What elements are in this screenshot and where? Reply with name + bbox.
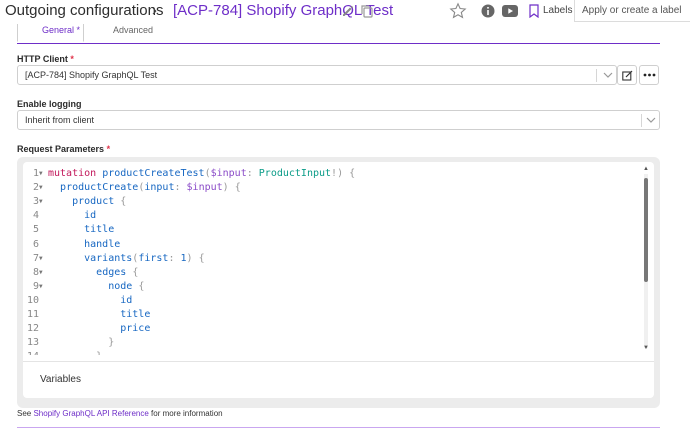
scroll-down-icon[interactable]: ▼ [643, 345, 649, 351]
code-line[interactable]: 13 } [23, 336, 114, 350]
code-text: productCreate(input: $input) { [60, 182, 241, 194]
code-text: } [108, 337, 115, 349]
code-line[interactable]: 5 title [23, 223, 114, 237]
line-number: 2 [32, 182, 39, 194]
ellipsis-icon [643, 73, 656, 77]
tab-advanced[interactable]: Advanced [113, 25, 153, 35]
graphql-editor[interactable]: 1 ▼ mutation productCreateTest($input: Pro… [23, 162, 654, 398]
line-number: 1 [32, 168, 39, 179]
code-line[interactable]: 9▼ node { [23, 280, 144, 294]
enable-logging-select[interactable]: Inherit from client [17, 110, 660, 130]
code-text: mutation productCreateTest($input: Produ… [48, 168, 356, 179]
code-text: price [120, 323, 151, 335]
variables-label: Variables [40, 374, 81, 385]
chevron-down-icon[interactable] [603, 71, 613, 79]
required-marker: * [70, 54, 74, 64]
select-divider [596, 69, 597, 82]
line-number: 12 [26, 323, 39, 335]
breadcrumb-separator: › [152, 2, 157, 19]
star-icon[interactable] [449, 2, 467, 20]
api-reference-link[interactable]: Shopify GraphQL API Reference [33, 409, 148, 418]
line-number: 5 [32, 224, 39, 236]
required-marker: * [106, 144, 111, 154]
code-text: edges { [96, 266, 139, 278]
tab-general-label: General * [42, 25, 81, 35]
scrollbar-thumb[interactable] [644, 178, 648, 282]
label-input[interactable]: Apply or create a label [574, 0, 690, 22]
bookmark-icon[interactable] [528, 4, 540, 18]
external-edit-icon [622, 70, 633, 81]
code-text: node { [108, 280, 145, 292]
line-number: 3 [32, 196, 39, 208]
tab-bar: General * Advanced [17, 24, 660, 44]
line-number: 8 [32, 266, 39, 278]
label-input-placeholder: Apply or create a label [582, 5, 682, 16]
line-number: 11 [26, 309, 39, 320]
open-http-client-button[interactable] [617, 65, 637, 85]
page-header: Outgoing configurations › [ACP-784] Shop… [0, 0, 690, 24]
http-client-select[interactable]: [ACP-784] Shopify GraphQL Test [17, 65, 617, 85]
code-text: id [120, 294, 133, 306]
enable-logging-label: Enable logging [17, 99, 82, 109]
code-line[interactable]: 3▼ product { [23, 195, 126, 209]
code-text: handle [84, 238, 121, 250]
pencil-icon[interactable] [341, 4, 355, 18]
code-text: title [120, 309, 151, 320]
help-text: See Shopify GraphQL API Reference for mo… [17, 409, 223, 418]
line-number: 13 [26, 337, 39, 349]
line-number: 6 [32, 238, 39, 250]
http-client-label: HTTP Client * [17, 54, 74, 64]
chevron-down-icon[interactable] [646, 116, 656, 124]
code-line[interactable]: 10 id [23, 294, 132, 308]
editor-container: 1 ▼ mutation productCreateTest($input: Pro… [17, 157, 660, 408]
page-title[interactable]: Outgoing configurations [5, 2, 163, 19]
scroll-up-icon[interactable]: ▲ [643, 166, 649, 172]
code-line[interactable]: 6 handle [23, 238, 120, 252]
info-icon[interactable] [481, 4, 495, 18]
code-line[interactable]: 14 } [23, 350, 102, 355]
copy-icon[interactable] [360, 4, 374, 18]
code-line[interactable]: 1▼ mutation productCreateTest($input: Pro… [23, 167, 355, 181]
enable-logging-value: Inherit from client [25, 115, 95, 125]
code-line[interactable]: 7▼ variants(first: 1) { [23, 252, 205, 266]
code-text: product { [72, 196, 127, 208]
section-divider [17, 427, 660, 428]
line-number: 10 [26, 294, 39, 306]
code-text: } [45, 350, 102, 355]
code-line[interactable]: 11 title [23, 308, 150, 322]
code-line[interactable]: 12 price [23, 322, 150, 336]
code-line[interactable]: 8▼ edges { [23, 266, 138, 280]
tab-general[interactable]: General * [17, 24, 84, 42]
more-options-button[interactable] [639, 65, 659, 85]
code-line[interactable]: 4 id [23, 209, 96, 223]
labels-label[interactable]: Labels [543, 5, 572, 16]
code-area[interactable]: 1▼ mutation productCreateTest($input: Pro… [23, 167, 641, 355]
youtube-icon[interactable] [502, 5, 518, 17]
vertical-scrollbar[interactable] [644, 174, 648, 348]
line-number: 9 [32, 280, 39, 292]
code-text: variants(first: 1) { [84, 252, 205, 264]
http-client-value: [ACP-784] Shopify GraphQL Test [25, 70, 158, 80]
code-text: title [84, 224, 115, 236]
line-number: 7 [32, 252, 39, 264]
select-divider [641, 114, 642, 127]
request-parameters-label: Request Parameters * [17, 144, 111, 154]
variables-panel-toggle[interactable]: Variables [23, 361, 654, 398]
code-line[interactable]: 2▼ productCreate(input: $input) { [23, 181, 241, 195]
line-number: 14 [23, 350, 39, 355]
code-text: id [84, 210, 97, 222]
line-number: 4 [32, 210, 39, 222]
